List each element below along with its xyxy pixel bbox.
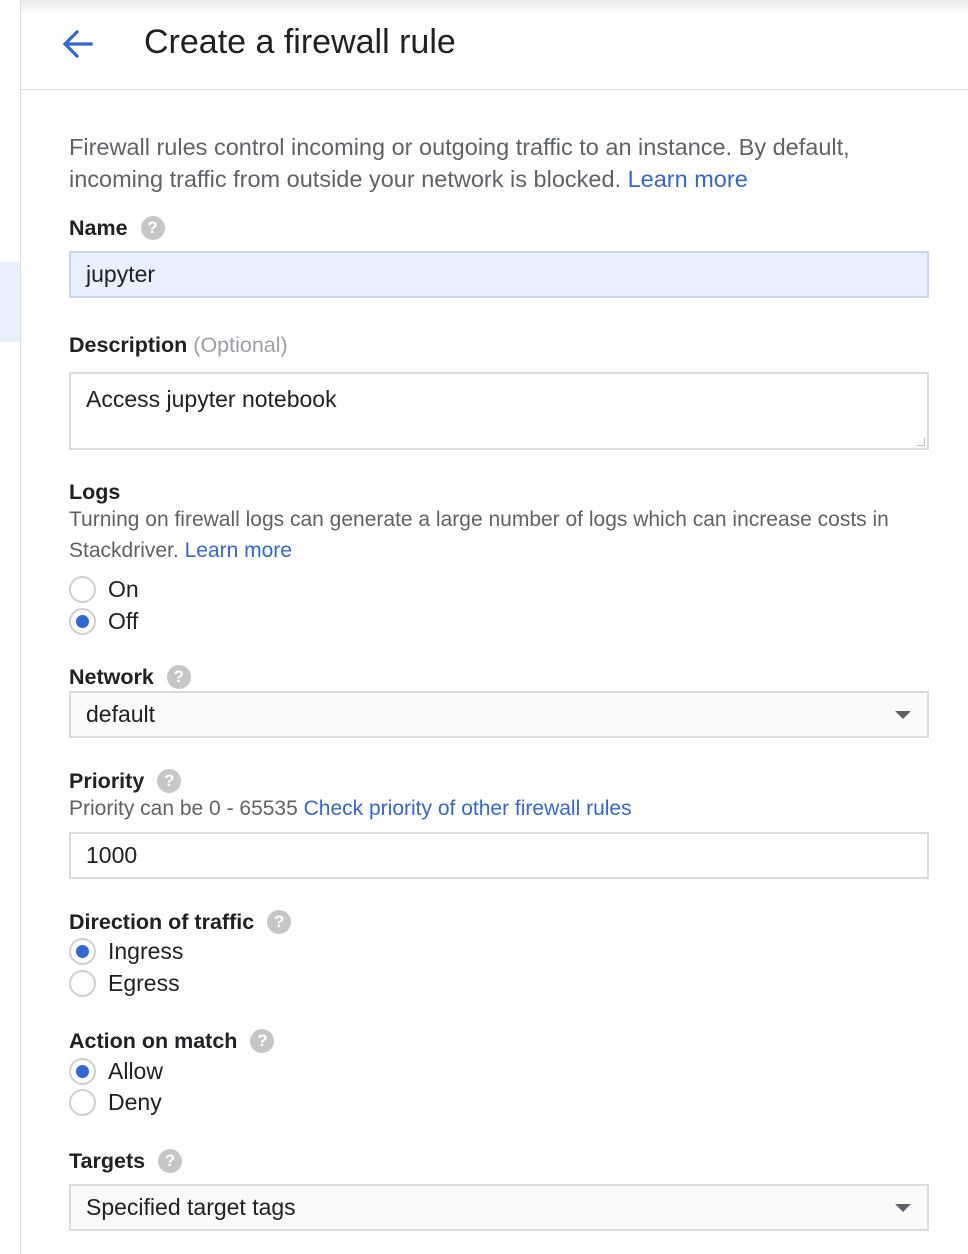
description-optional-text: (Optional) [193,333,288,357]
action-label: Action on match ? [69,1027,275,1055]
priority-input[interactable]: 1000 [69,832,929,879]
help-icon[interactable]: ? [140,216,165,240]
priority-help-text: Priority can be 0 - 65535 Check priority… [69,793,929,824]
description-textarea-value: Access jupyter notebook [86,386,337,412]
targets-select-value: Specified target tags [86,1194,296,1220]
help-icon[interactable]: ? [267,910,292,934]
radio-button[interactable] [69,575,96,603]
logs-radio-off[interactable]: Off [69,606,138,636]
radio-button[interactable] [69,1088,96,1116]
radio-button-checked[interactable] [69,937,96,965]
priority-label: Priority ? [69,767,182,795]
logs-label: Logs [69,478,120,506]
page-header: Create a firewall rule [21,14,968,90]
name-label-text: Name [69,216,128,240]
priority-label-text: Priority [69,769,145,793]
intro-learn-more-link[interactable]: Learn more [628,166,748,192]
action-deny-label: Deny [108,1088,162,1115]
left-nav-active-item[interactable] [0,262,20,342]
network-label-text: Network [69,665,154,689]
logs-radio-off-label: Off [108,607,139,634]
network-select[interactable]: default [69,691,929,738]
resize-handle-icon[interactable] [917,438,925,446]
logs-radio-on-label: On [108,575,139,602]
targets-label-text: Targets [69,1149,146,1173]
direction-label: Direction of traffic ? [69,908,292,936]
logs-learn-more-link[interactable]: Learn more [185,539,292,562]
targets-label: Targets ? [69,1147,183,1175]
direction-label-text: Direction of traffic [69,910,255,934]
description-textarea[interactable]: Access jupyter notebook [69,372,929,450]
radio-button-checked[interactable] [69,1057,96,1085]
action-radio-deny[interactable]: Deny [69,1087,162,1117]
radio-button[interactable] [69,969,96,997]
name-label: Name ? [69,214,165,242]
action-label-text: Action on match [69,1029,238,1053]
direction-egress-label: Egress [108,969,180,996]
description-label: Description (Optional) [69,331,288,359]
back-button[interactable] [57,24,97,64]
page-title: Create a firewall rule [144,23,456,61]
dropdown-caret-icon [895,711,911,719]
priority-input-value: 1000 [86,842,138,868]
action-allow-label: Allow [108,1057,163,1084]
targets-select[interactable]: Specified target tags [69,1184,929,1231]
left-nav-rail [0,0,21,1254]
help-icon[interactable]: ? [250,1029,275,1053]
priority-help-description: Priority can be 0 - 65535 [69,797,298,820]
arrow-back-icon [62,29,93,59]
direction-ingress-label: Ingress [108,937,184,964]
intro-text: Firewall rules control incoming or outgo… [69,131,929,195]
help-icon[interactable]: ? [157,769,182,793]
dropdown-caret-icon [895,1204,911,1212]
logs-radio-on[interactable]: On [69,574,139,604]
priority-check-link[interactable]: Check priority of other firewall rules [304,797,632,820]
description-label-text: Description [69,333,188,357]
name-input-value: jupyter [86,261,156,287]
name-input[interactable]: jupyter [69,251,929,298]
help-icon[interactable]: ? [158,1149,183,1173]
action-radio-allow[interactable]: Allow [69,1056,163,1086]
radio-button-checked[interactable] [69,607,96,635]
help-icon[interactable]: ? [166,665,191,689]
logs-help-text: Turning on firewall logs can generate a … [69,504,929,566]
top-shadow [0,0,968,14]
direction-radio-egress[interactable]: Egress [69,968,180,998]
direction-radio-ingress[interactable]: Ingress [69,936,183,966]
logs-label-text: Logs [69,480,121,504]
network-select-value: default [86,701,156,727]
network-label: Network ? [69,663,191,691]
